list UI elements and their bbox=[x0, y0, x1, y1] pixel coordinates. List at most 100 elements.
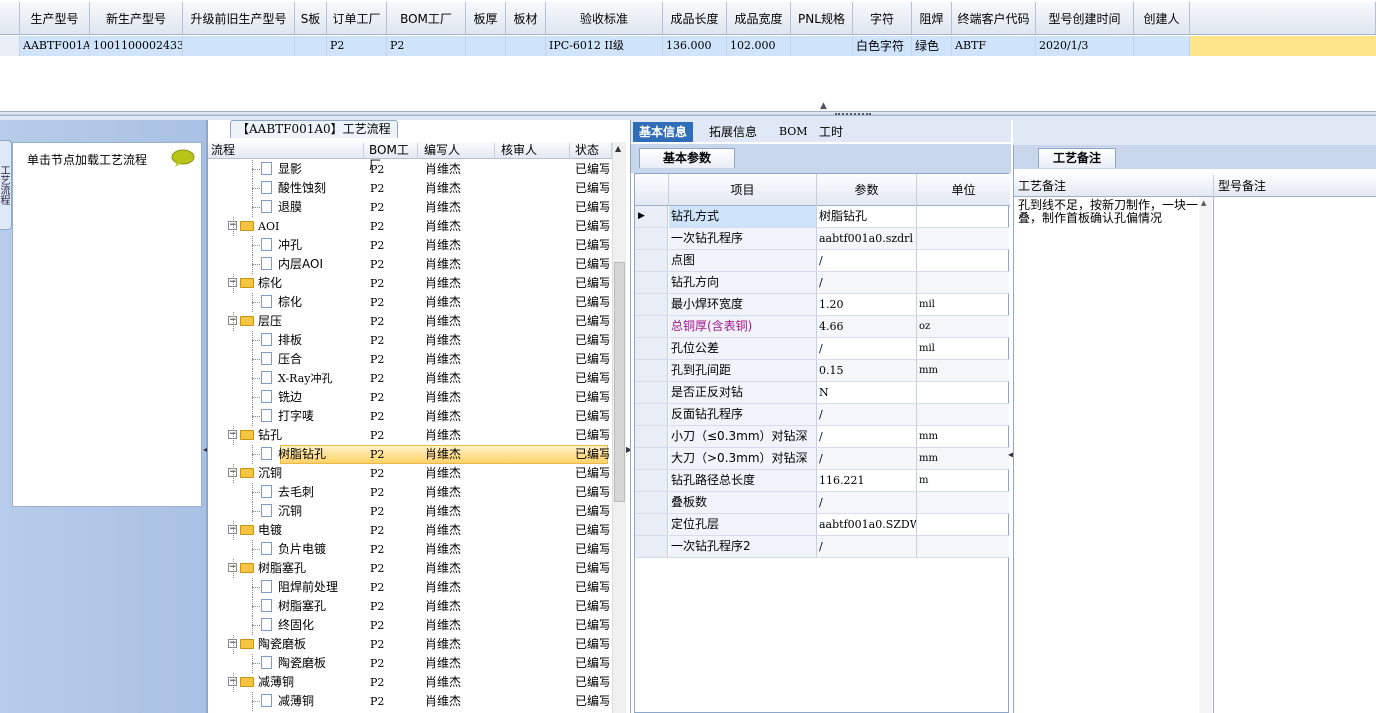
col-header-9[interactable]: 成品长度 bbox=[663, 2, 727, 35]
row-indicator[interactable] bbox=[635, 360, 668, 381]
row-indicator[interactable] bbox=[635, 382, 668, 403]
tree-row[interactable]: 铣边 P2 肖维杰 已编写 bbox=[208, 388, 609, 407]
col-header-11[interactable]: PNL规格 bbox=[791, 2, 853, 35]
row-indicator[interactable] bbox=[635, 250, 668, 271]
param-value[interactable]: / bbox=[817, 492, 917, 513]
splitter-grip-icon[interactable] bbox=[835, 113, 871, 115]
tab-extended-info[interactable]: 拓展信息 bbox=[703, 122, 763, 142]
tab-basic-params[interactable]: 基本参数 bbox=[639, 148, 735, 168]
col-writer[interactable]: 编写人 bbox=[421, 143, 495, 159]
tree-row[interactable]: − 钻孔 P2 肖维杰 已编写 bbox=[208, 426, 609, 445]
param-value[interactable]: / bbox=[817, 272, 917, 293]
col-header-6[interactable]: 板厚 bbox=[466, 2, 506, 35]
param-value[interactable]: / bbox=[817, 250, 917, 271]
col-param[interactable]: 参数 bbox=[817, 174, 917, 206]
param-value[interactable]: 0.15 bbox=[817, 360, 917, 381]
col-header-5[interactable]: BOM工厂 bbox=[387, 2, 466, 35]
tree-row[interactable]: 棕化 P2 肖维杰 已编写 bbox=[208, 293, 609, 312]
param-row[interactable]: 一次钻孔程序 aabtf001a0.szdrl bbox=[635, 228, 1010, 250]
col-header-10[interactable]: 成品宽度 bbox=[727, 2, 791, 35]
collapse-up-icon[interactable]: ▲ bbox=[820, 101, 827, 111]
model-cell-6[interactable] bbox=[466, 36, 506, 56]
row-indicator[interactable] bbox=[635, 316, 668, 337]
tree-row[interactable]: − 沉铜 P2 肖维杰 已编写 bbox=[208, 464, 609, 483]
param-value[interactable]: / bbox=[817, 536, 917, 557]
param-value[interactable]: / bbox=[817, 426, 917, 447]
process-load-box[interactable]: 单击节点加载工艺流程 bbox=[12, 142, 202, 507]
tree-row[interactable]: − 电镀 P2 肖维杰 已编写 bbox=[208, 521, 609, 540]
tree-row[interactable]: 冲孔 P2 肖维杰 已编写 bbox=[208, 236, 609, 255]
model-cell-4[interactable]: P2 bbox=[327, 36, 387, 56]
row-indicator[interactable] bbox=[635, 536, 668, 557]
tree-row[interactable]: − 陶瓷磨板 P2 肖维杰 已编写 bbox=[208, 635, 609, 654]
model-cell-5[interactable]: P2 bbox=[387, 36, 466, 56]
tree-row[interactable]: − AOI P2 肖维杰 已编写 bbox=[208, 217, 609, 236]
row-indicator[interactable] bbox=[635, 448, 668, 469]
col-header-0[interactable]: 生产型号 bbox=[20, 2, 90, 35]
param-value[interactable]: / bbox=[817, 448, 917, 469]
tree-row[interactable]: 终固化 P2 肖维杰 已编写 bbox=[208, 616, 609, 635]
tree-row[interactable]: − 树脂塞孔 P2 肖维杰 已编写 bbox=[208, 559, 609, 578]
col-flow[interactable]: 流程 bbox=[208, 143, 364, 159]
row-indicator[interactable] bbox=[635, 514, 668, 535]
param-row[interactable]: 孔位公差 / mil bbox=[635, 338, 1010, 360]
param-row[interactable]: 一次钻孔程序2/ bbox=[635, 536, 1010, 558]
param-row[interactable]: 反面钻孔程序 / bbox=[635, 404, 1010, 426]
col-header-1[interactable]: 新生产型号 bbox=[90, 2, 183, 35]
scroll-thumb[interactable] bbox=[614, 262, 625, 502]
model-cell-8[interactable]: IPC-6012 II级 bbox=[546, 36, 663, 56]
param-row[interactable]: 是否正反对钻 N bbox=[635, 382, 1010, 404]
row-indicator[interactable]: ▶ bbox=[635, 206, 668, 227]
param-row[interactable]: 叠板数 / bbox=[635, 492, 1010, 514]
model-cell-12[interactable]: 白色字符 bbox=[853, 36, 912, 56]
tab-bom[interactable]: BOM bbox=[773, 122, 814, 142]
row-indicator[interactable] bbox=[635, 338, 668, 359]
tree-row[interactable]: 酸性蚀刻 P2 肖维杰 已编写 bbox=[208, 179, 609, 198]
row-indicator[interactable] bbox=[635, 426, 668, 447]
tree-row[interactable]: 压合 P2 肖维杰 已编写 bbox=[208, 350, 609, 369]
col-header-2[interactable]: 升级前旧生产型号 bbox=[183, 2, 295, 35]
param-row[interactable]: 钻孔路径总长度 116.221 m bbox=[635, 470, 1010, 492]
col-item[interactable]: 项目 bbox=[669, 174, 817, 206]
model-cell-7[interactable] bbox=[506, 36, 546, 56]
param-row[interactable]: 大刀（>0.3mm）对钻深度/mm bbox=[635, 448, 1010, 486]
model-cell-14[interactable]: ABTF bbox=[952, 36, 1036, 56]
model-cell-1[interactable]: 10011000024337 bbox=[90, 36, 183, 56]
model-cell-2[interactable] bbox=[183, 36, 295, 56]
tree-row[interactable]: − 层压 P2 肖维杰 已编写 bbox=[208, 312, 609, 331]
col-header-7[interactable]: 板材 bbox=[506, 2, 546, 35]
model-cell-15[interactable]: 2020/1/3 bbox=[1036, 36, 1134, 56]
param-row[interactable]: 钻孔方向 / bbox=[635, 272, 1010, 294]
tree-row[interactable]: − 减薄铜 P2 肖维杰 已编写 bbox=[208, 673, 609, 692]
param-row[interactable]: ▶ 钻孔方式 树脂钻孔 bbox=[635, 206, 1010, 228]
tree-row[interactable]: 显影 P2 肖维杰 已编写 bbox=[208, 160, 609, 179]
col-unit[interactable]: 单位 bbox=[917, 174, 1010, 206]
model-cell-11[interactable] bbox=[791, 36, 853, 56]
col-reviewer[interactable]: 核审人 bbox=[498, 143, 570, 159]
model-cell-10[interactable]: 102.000 bbox=[727, 36, 791, 56]
tab-process-remark[interactable]: 工艺备注 bbox=[1038, 148, 1116, 168]
model-cell-3[interactable] bbox=[295, 36, 327, 56]
tree-row[interactable]: X-Ray冲孔 P2 肖维杰 已编写 bbox=[208, 369, 609, 388]
row-indicator[interactable] bbox=[635, 404, 668, 425]
model-cell-16[interactable] bbox=[1134, 36, 1190, 56]
param-value[interactable]: 116.221 bbox=[817, 470, 917, 491]
process-flow-side-tab[interactable]: 工艺流程 bbox=[0, 140, 12, 230]
row-indicator[interactable] bbox=[635, 272, 668, 293]
param-row[interactable]: 定位孔层aabtf001a0.SZDWK bbox=[635, 514, 1010, 536]
tab-basic-info[interactable]: 基本信息 bbox=[633, 122, 694, 142]
param-row[interactable]: 小刀（≤0.3mm）对钻深度/mm bbox=[635, 426, 1010, 464]
model-cell-0[interactable]: AABTF001A0 bbox=[20, 36, 90, 56]
tree-row[interactable]: − 棕化 P2 肖维杰 已编写 bbox=[208, 274, 609, 293]
param-value[interactable]: / bbox=[817, 338, 917, 359]
param-value[interactable]: / bbox=[817, 404, 917, 425]
tree-row[interactable]: 去毛刺 P2 肖维杰 已编写 bbox=[208, 483, 609, 502]
param-value[interactable]: aabtf001a0.szdrl bbox=[817, 228, 917, 249]
param-value[interactable]: 4.66 bbox=[817, 316, 917, 337]
col-header-13[interactable]: 阻焊 bbox=[912, 2, 952, 35]
scroll-up-icon[interactable]: ▲ bbox=[615, 144, 621, 153]
tree-row[interactable]: 退膜 P2 肖维杰 已编写 bbox=[208, 198, 609, 217]
tree-row[interactable]: 阻焊前处理 P2 肖维杰 已编写 bbox=[208, 578, 609, 597]
model-cell-13[interactable]: 绿色 bbox=[912, 36, 952, 56]
col-status[interactable]: 状态 bbox=[572, 143, 612, 159]
